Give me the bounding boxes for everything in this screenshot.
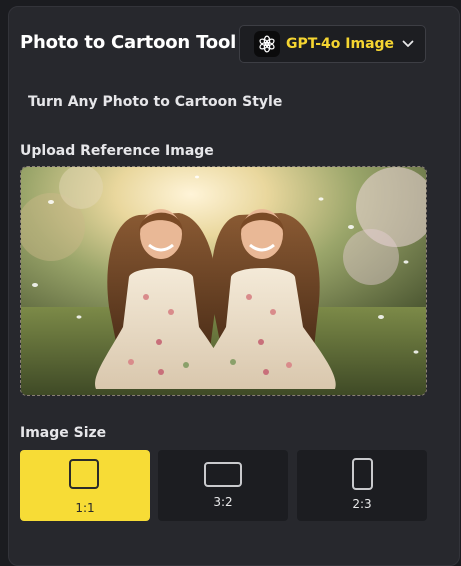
size-option-label: 1:1 (75, 501, 95, 515)
model-select-label: GPT-4o Image (286, 36, 395, 52)
size-option-label: 3:2 (213, 495, 233, 509)
chevron-down-icon (402, 40, 414, 48)
openai-logo-icon (254, 31, 280, 57)
reference-image (21, 167, 426, 395)
size-option-1-1[interactable]: 1:1 (20, 450, 150, 521)
tool-subtitle: Turn Any Photo to Cartoon Style (28, 94, 283, 110)
portrait-rect-icon (352, 458, 373, 490)
page-title: Photo to Cartoon Tool (20, 32, 237, 53)
reference-image-upload[interactable] (20, 166, 427, 396)
upload-section-label: Upload Reference Image (20, 143, 214, 159)
square-icon (69, 459, 99, 489)
image-size-options: 1:1 3:2 2:3 (20, 450, 427, 521)
size-option-label: 2:3 (352, 497, 372, 511)
image-size-label: Image Size (20, 425, 107, 441)
size-option-3-2[interactable]: 3:2 (158, 450, 288, 521)
size-option-2-3[interactable]: 2:3 (297, 450, 427, 521)
landscape-rect-icon (204, 462, 242, 487)
model-select-dropdown[interactable]: GPT-4o Image (239, 25, 426, 63)
